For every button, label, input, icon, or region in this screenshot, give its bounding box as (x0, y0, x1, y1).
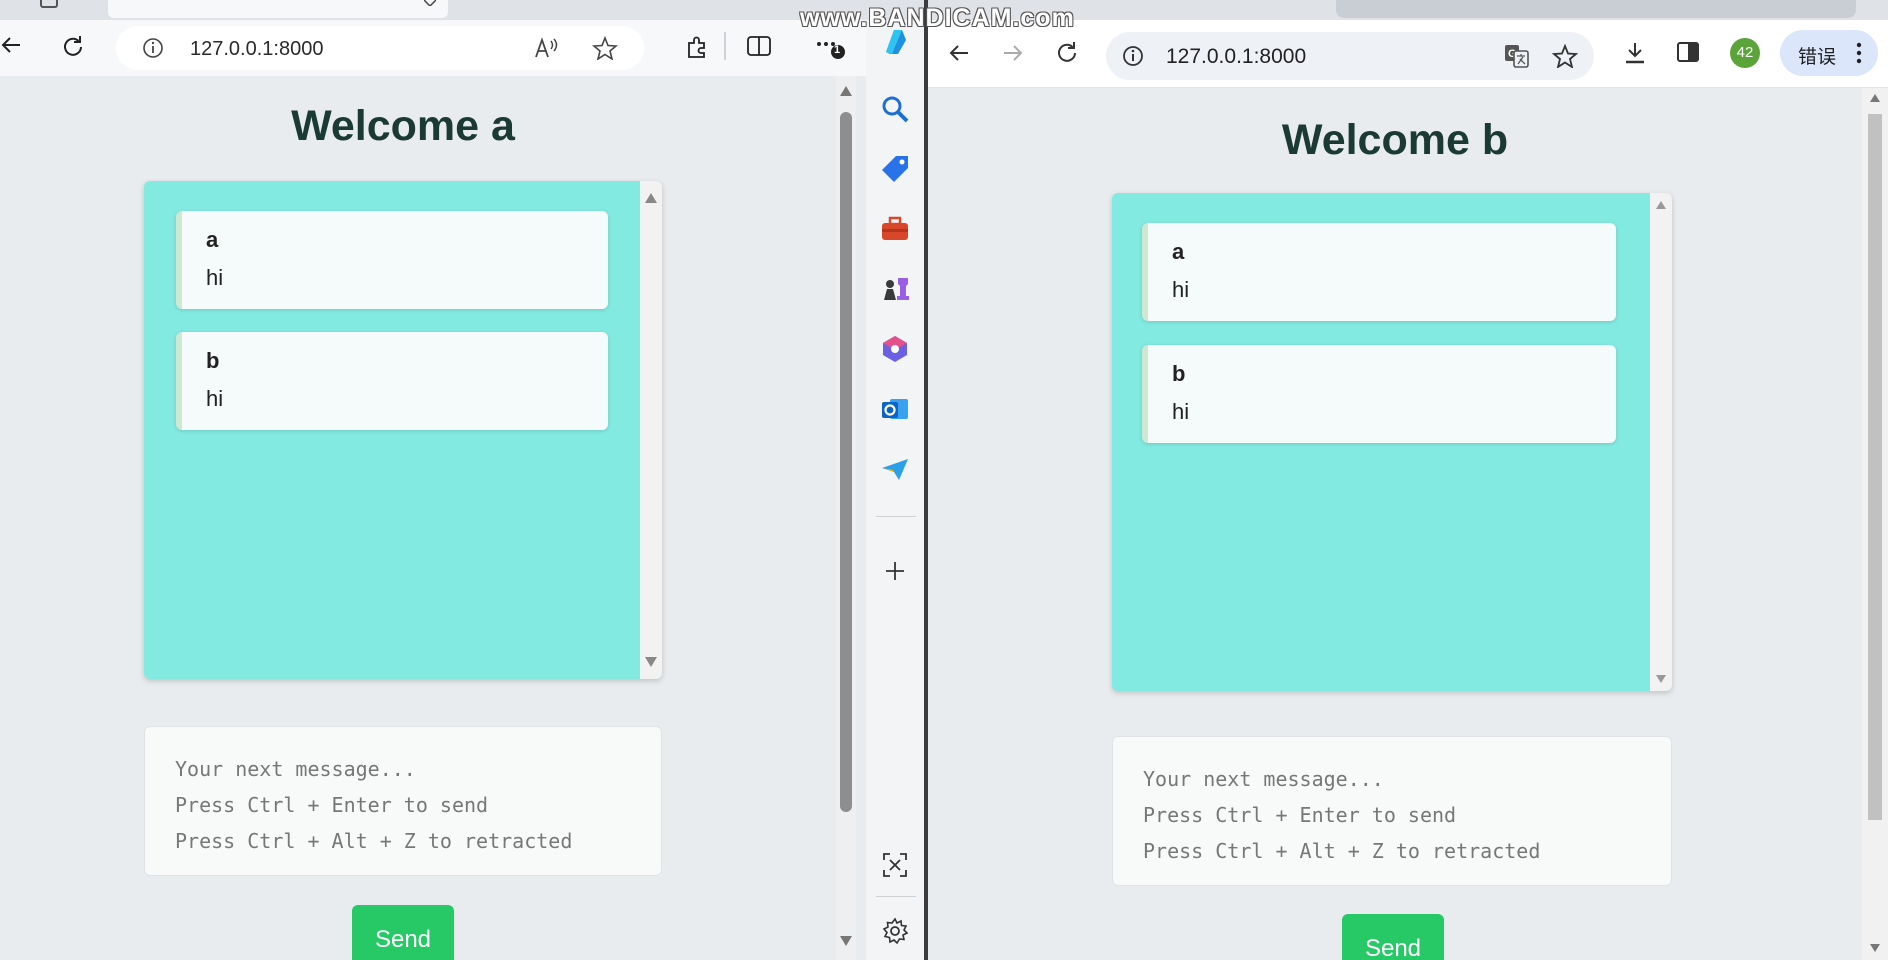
recorder-watermark: www.BANDICAM.com (800, 4, 1075, 32)
message-text: hi (206, 265, 224, 290)
notification-badge: 1 (834, 44, 841, 56)
right-page-content: Welcome b a hi b hi Your next message...… (928, 88, 1862, 960)
right-page-scrollbar[interactable] (1862, 88, 1888, 960)
microsoft-365-icon[interactable] (880, 334, 910, 364)
message-card: b hi (176, 332, 608, 430)
scroll-down-arrow-icon[interactable] (1656, 675, 1666, 683)
split-screen-icon[interactable] (746, 34, 772, 58)
left-url-text: 127.0.0.1:8000 (190, 38, 324, 60)
scroll-up-arrow-icon[interactable] (645, 193, 657, 203)
workspaces-icon[interactable] (40, 0, 58, 8)
games-chess-icon[interactable] (880, 274, 910, 304)
left-page-scrollbar[interactable] (836, 76, 856, 960)
scroll-up-arrow-icon[interactable] (840, 86, 852, 96)
left-tab-strip (0, 0, 924, 20)
message-card: a hi (1142, 223, 1616, 321)
kebab-menu-icon[interactable] (1856, 42, 1862, 64)
back-icon[interactable] (0, 34, 22, 56)
search-icon[interactable] (880, 94, 910, 124)
sidebar-separator (876, 896, 916, 897)
message-text: hi (1172, 399, 1190, 424)
error-status-label: 错误 (1798, 47, 1837, 68)
profile-avatar[interactable]: 42 (1730, 38, 1760, 68)
forward-icon[interactable] (1002, 42, 1024, 64)
scroll-up-arrow-icon[interactable] (1656, 201, 1666, 209)
right-tab[interactable] (1336, 0, 1856, 18)
message-author: a (1172, 239, 1185, 264)
tab-close-icon[interactable] (424, 0, 436, 6)
site-info-icon[interactable] (1122, 45, 1144, 67)
message-input[interactable]: Your next message... Press Ctrl + Enter … (144, 726, 662, 876)
shopping-tag-icon[interactable] (880, 154, 910, 184)
download-icon[interactable] (1622, 40, 1648, 66)
refresh-icon[interactable] (60, 34, 86, 60)
scroll-down-arrow-icon[interactable] (840, 936, 852, 946)
left-active-tab[interactable] (108, 0, 448, 18)
drop-send-icon[interactable] (880, 454, 910, 484)
page-title: Welcome a (291, 102, 515, 150)
message-author: b (1172, 361, 1186, 386)
chat-history-panel: a hi b hi (1112, 193, 1672, 691)
chat-scrollbar[interactable] (1650, 193, 1672, 691)
left-address-bar[interactable]: 127.0.0.1:8000 (116, 26, 644, 70)
tools-briefcase-icon[interactable] (880, 214, 910, 244)
refresh-icon[interactable] (1054, 40, 1080, 66)
scroll-down-arrow-icon[interactable] (1870, 944, 1880, 952)
right-url-text: 127.0.0.1:8000 (1166, 45, 1307, 68)
favorite-star-icon[interactable] (592, 36, 618, 60)
message-author: a (206, 227, 219, 252)
read-aloud-icon[interactable] (534, 37, 560, 59)
message-input-placeholder: Your next message... Press Ctrl + Enter … (1143, 767, 1541, 863)
settings-gear-icon[interactable] (880, 916, 910, 946)
error-status-button[interactable]: 错误 (1780, 30, 1878, 76)
message-text: hi (206, 386, 224, 411)
scroll-thumb[interactable] (1868, 114, 1882, 820)
message-card: a hi (176, 211, 608, 309)
message-text: hi (1172, 277, 1190, 302)
send-button[interactable]: Send (1342, 914, 1444, 960)
edge-sidebar (866, 20, 924, 960)
right-address-bar[interactable]: 127.0.0.1:8000 G (1106, 32, 1594, 80)
side-panel-icon[interactable] (1676, 40, 1700, 64)
extensions-icon[interactable] (684, 34, 710, 60)
back-icon[interactable] (948, 42, 970, 64)
scroll-thumb[interactable] (840, 112, 852, 812)
page-title: Welcome b (1281, 116, 1509, 164)
message-card: b hi (1142, 345, 1616, 443)
sidebar-separator (876, 516, 916, 517)
chat-history-panel: a hi b hi (144, 181, 662, 679)
scroll-down-arrow-icon[interactable] (645, 657, 657, 667)
outlook-icon[interactable] (880, 394, 910, 424)
site-info-icon[interactable] (142, 37, 164, 59)
message-input[interactable]: Your next message... Press Ctrl + Enter … (1112, 736, 1672, 886)
message-input-placeholder: Your next message... Press Ctrl + Enter … (175, 757, 573, 853)
send-button[interactable]: Send (352, 905, 454, 960)
bookmark-star-icon[interactable] (1552, 44, 1578, 68)
left-page-content: Welcome a a hi b hi Your next message...… (0, 76, 836, 960)
scroll-up-arrow-icon[interactable] (1870, 94, 1880, 102)
chat-scrollbar[interactable] (640, 181, 662, 679)
right-browser-window: 127.0.0.1:8000 G 42 错误 Welcome b a hi b … (928, 0, 1888, 960)
left-browser-window: 1 127.0.0.1:8000 Welcome a a hi b hi You… (0, 0, 924, 960)
translate-icon[interactable]: G (1504, 44, 1530, 68)
screenshot-icon[interactable] (880, 850, 910, 880)
add-app-icon[interactable] (880, 556, 910, 586)
message-author: b (206, 348, 220, 373)
more-menu-icon[interactable]: 1 (816, 34, 846, 60)
toolbar-separator (724, 32, 726, 60)
